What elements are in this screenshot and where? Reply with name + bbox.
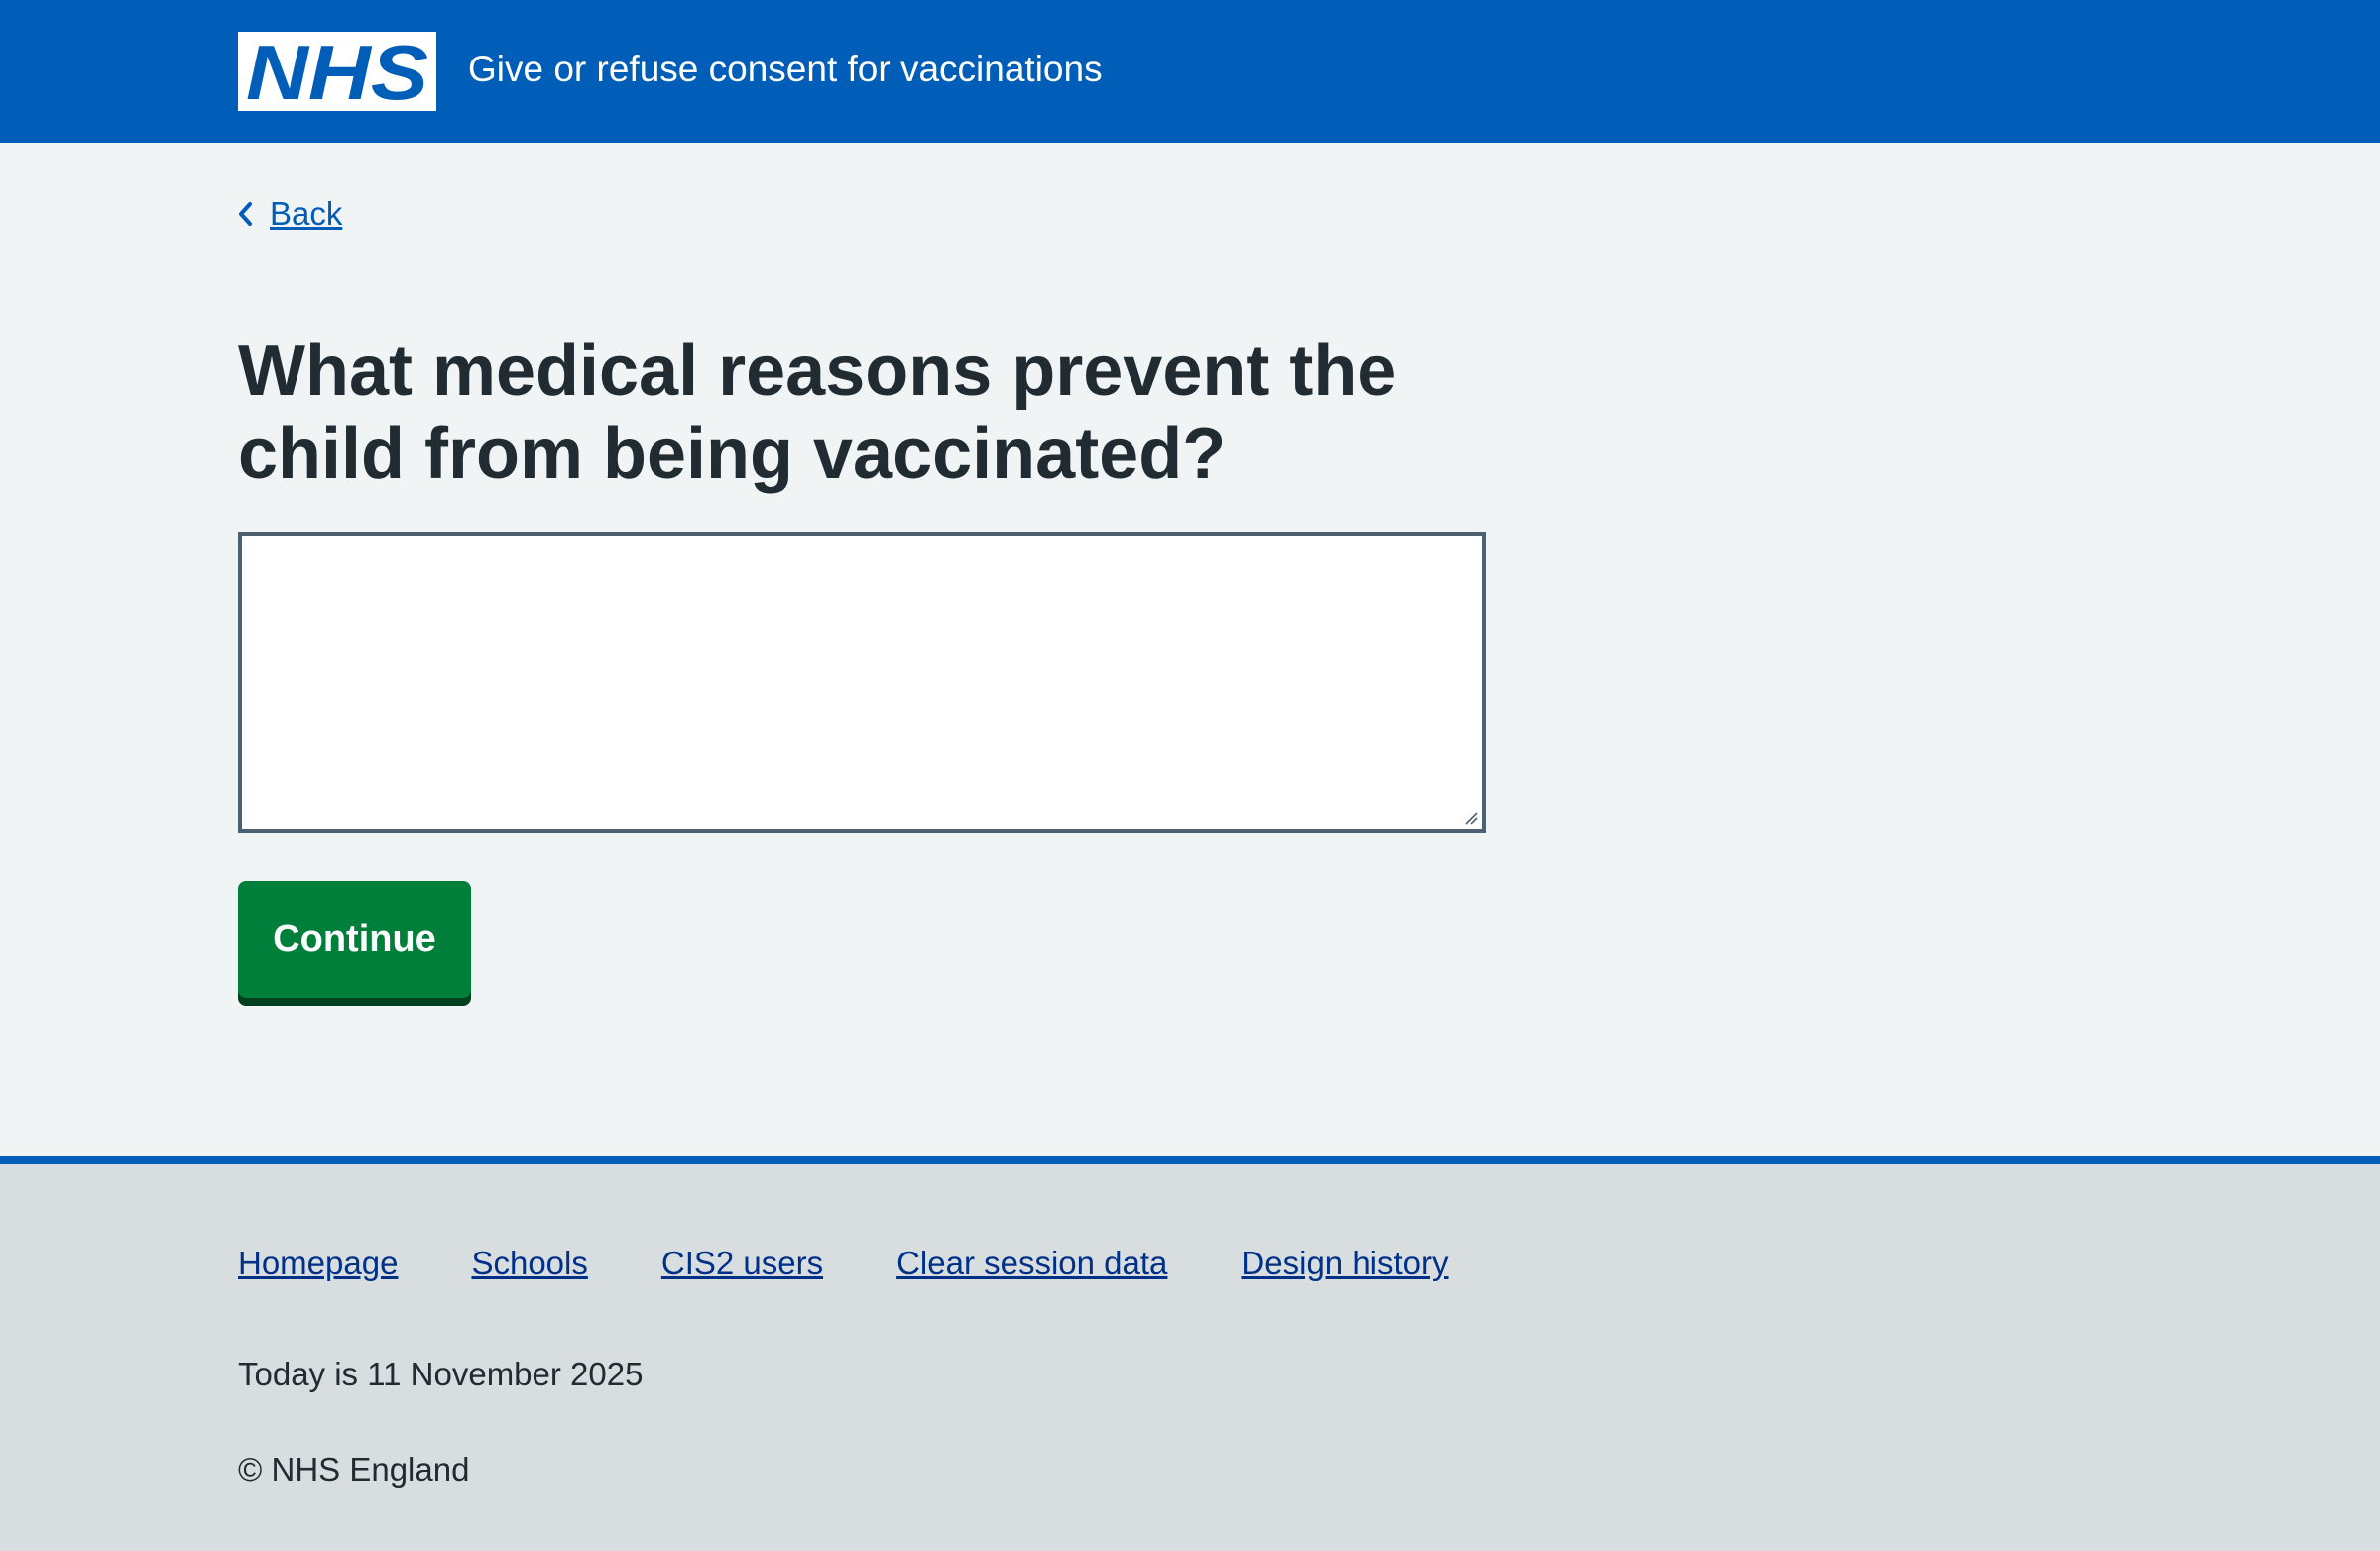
continue-button[interactable]: Continue (238, 881, 471, 998)
nhs-logo[interactable]: NHS (238, 32, 436, 111)
footer-copyright: © NHS England (238, 1451, 470, 1488)
back-link[interactable]: Back (238, 194, 342, 234)
chevron-left-icon (239, 202, 252, 226)
footer-link-cis2-users[interactable]: CIS2 users (661, 1244, 823, 1283)
resize-grip-icon[interactable] (1464, 811, 1478, 825)
service-name[interactable]: Give or refuse consent for vaccinations (468, 48, 1103, 91)
site-header: NHS Give or refuse consent for vaccinati… (0, 0, 2380, 143)
svg-text:NHS: NHS (246, 32, 428, 111)
footer-links: Homepage Schools CIS2 users Clear sessio… (238, 1244, 1522, 1283)
footer-date: Today is 11 November 2025 (238, 1356, 644, 1392)
footer-link-schools[interactable]: Schools (471, 1244, 587, 1283)
page-title: What medical reasons prevent the child f… (238, 331, 1397, 494)
footer-link-homepage[interactable]: Homepage (238, 1244, 398, 1283)
site-footer: Homepage Schools CIS2 users Clear sessio… (0, 1156, 2380, 1551)
back-link-label: Back (270, 195, 343, 232)
footer-link-design-history[interactable]: Design history (1241, 1244, 1448, 1283)
medical-reasons-textarea[interactable] (238, 532, 1486, 833)
footer-link-clear-session-data[interactable]: Clear session data (896, 1244, 1167, 1283)
